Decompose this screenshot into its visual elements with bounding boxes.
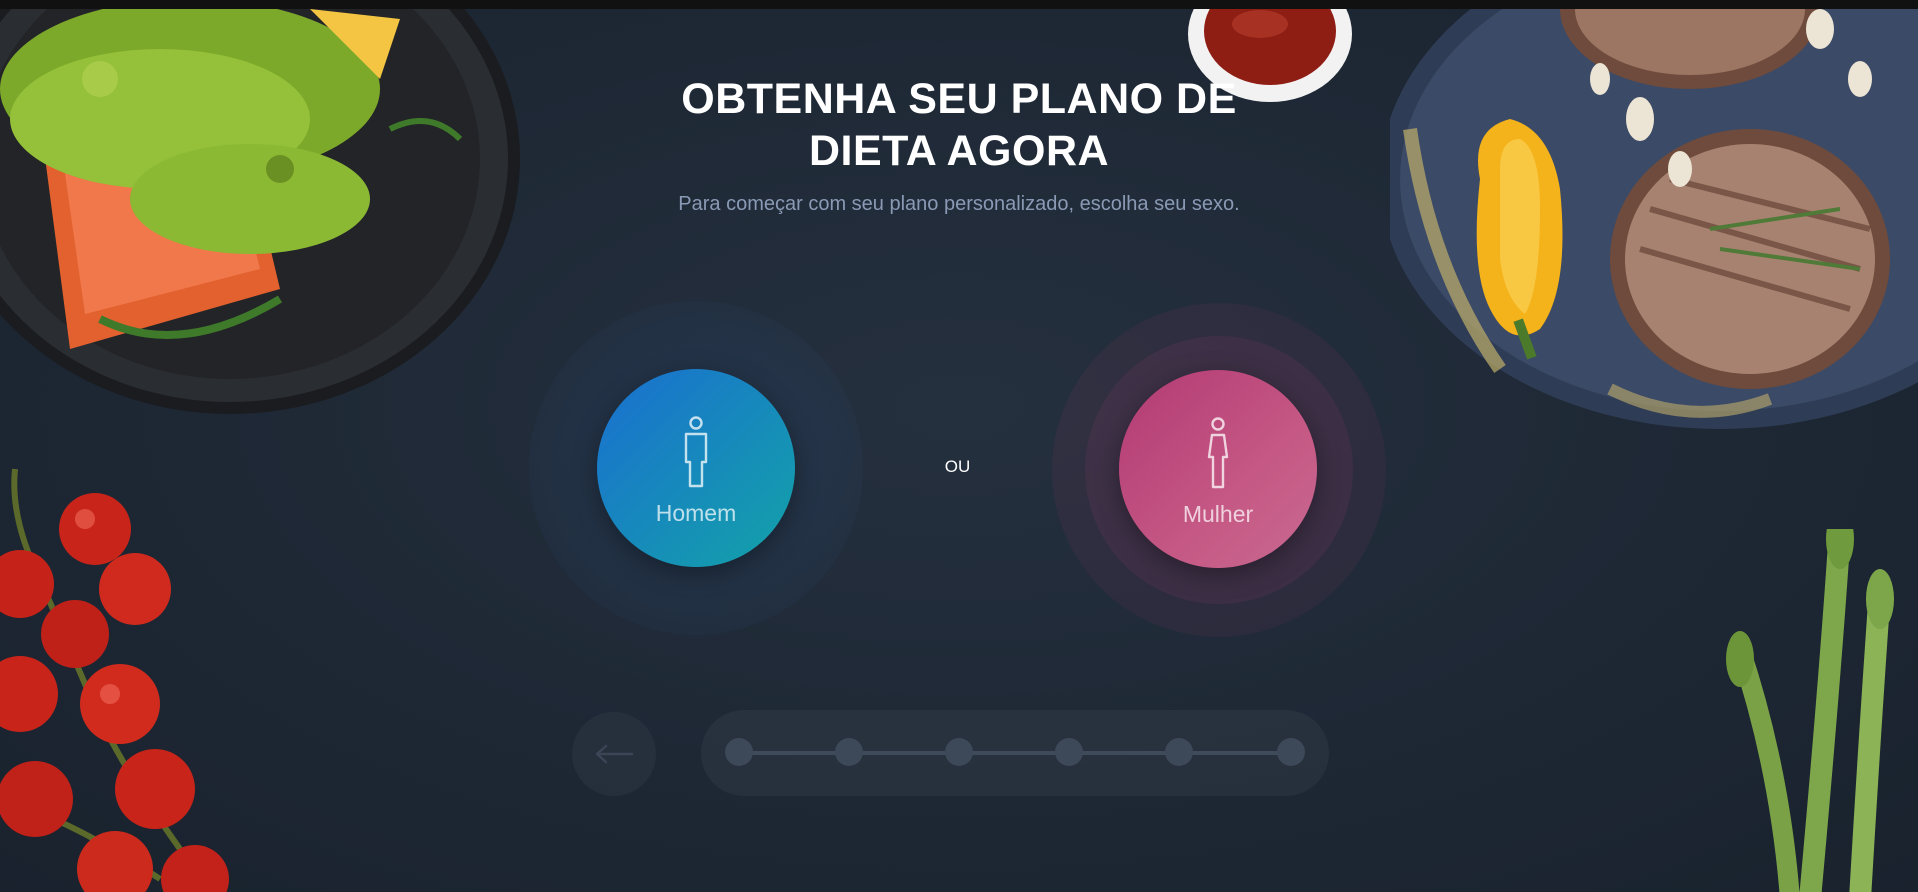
salmon-plate-image [0,9,520,414]
male-person-icon [684,415,708,487]
page-subtitle: Para começar com seu plano personalizado… [678,193,1240,215]
progress-step-1 [725,738,753,766]
steak-board-image [1390,9,1918,429]
page-title: OBTENHA SEU PLANO DE DIETA AGORA [681,75,1237,175]
female-person-icon [1207,416,1229,488]
progress-step-2 [835,738,863,766]
diet-plan-start-screen: OBTENHA SEU PLANO DE DIETA AGORA Para co… [0,9,1918,892]
choice-separator: OU [944,457,971,476]
progress-step-4 [1055,738,1083,766]
progress-step-5 [1165,738,1193,766]
arrow-left-icon [595,744,634,764]
progress-track [739,751,1291,755]
progress-step-3 [945,738,973,766]
male-choice-button[interactable]: Homem [597,369,795,567]
cherry-tomatoes-image [0,468,229,892]
browser-top-edge [0,0,1918,9]
asparagus-image [1726,529,1894,892]
progress-step-6 [1277,738,1305,766]
male-choice-label: Homem [655,499,737,526]
female-choice-button[interactable]: Mulher [1119,370,1317,568]
step-progress-bar [701,710,1329,796]
female-choice-label: Mulher [1182,500,1254,527]
back-button[interactable] [572,712,656,796]
